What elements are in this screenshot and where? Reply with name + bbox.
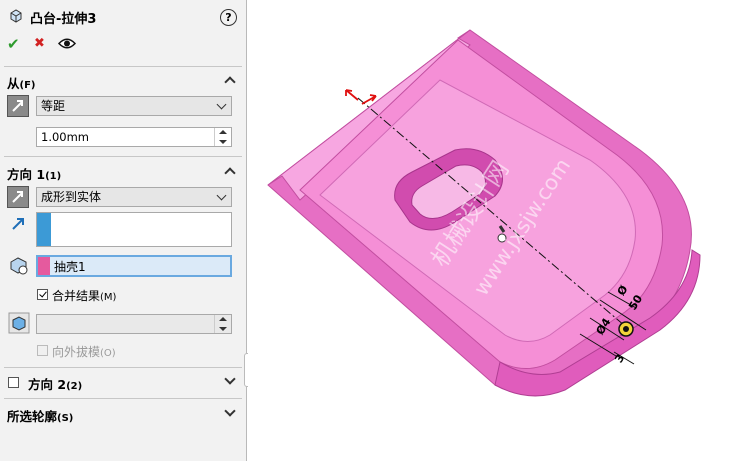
direction-vector-list[interactable]: [36, 212, 232, 247]
spinner-arrows-icon[interactable]: [214, 128, 231, 146]
selection-color-bar: [38, 257, 50, 275]
expand-chevron-icon[interactable]: [224, 405, 236, 417]
direction2-title: 方向 2: [28, 377, 67, 392]
selection-color-bar: [37, 213, 51, 246]
end-condition-select[interactable]: 成形到实体: [36, 187, 232, 207]
direction1-title: 方向 1: [7, 167, 46, 182]
end-condition-value: 成形到实体: [41, 190, 102, 204]
direction2-section-title[interactable]: 方向 2(2): [28, 374, 82, 393]
solid-body-icon: [10, 257, 28, 275]
start-condition-icon: [7, 95, 29, 117]
from-mode-value: 等距: [41, 99, 66, 113]
direction2-suffix: (2): [66, 381, 83, 392]
chevron-down-icon: [216, 99, 227, 110]
direction1-section-title[interactable]: 方向 1(1): [7, 164, 61, 183]
spinner-arrows-icon[interactable]: [214, 315, 231, 333]
property-manager: 凸台-拉伸3 ? ✔ ✖ 从(F) 等距 1.00mm 方向 1(1) 成形到实…: [0, 0, 247, 461]
draft-outward-label: 向外拔模(O): [52, 343, 116, 360]
divider: [4, 398, 242, 399]
from-mode-select[interactable]: 等距: [36, 96, 232, 116]
merge-result-checkbox[interactable]: [37, 289, 48, 300]
eye-icon[interactable]: [58, 37, 76, 50]
draft-icon[interactable]: [8, 312, 30, 334]
reverse-direction-button[interactable]: [7, 186, 29, 208]
direction2-checkbox[interactable]: [8, 377, 19, 388]
target-body-selection[interactable]: 抽壳1: [36, 255, 232, 277]
graphics-viewport[interactable]: Ø4 Ø 50 3 机械设计网 www.jxsjw.com: [248, 0, 733, 461]
feature-title: 凸台-拉伸3: [30, 12, 97, 27]
contours-title: 所选轮廓: [7, 409, 58, 424]
contours-section-title[interactable]: 所选轮廓(S): [7, 406, 73, 425]
collapse-chevron-icon[interactable]: [224, 76, 236, 88]
merge-result-text: 合并结果: [52, 289, 101, 303]
draft-angle-input[interactable]: [36, 314, 232, 334]
divider: [4, 367, 242, 368]
merge-result-label: 合并结果(M): [52, 287, 116, 304]
divider: [4, 66, 242, 67]
from-hotkey: (F): [19, 80, 36, 91]
direction1-suffix: (1): [45, 171, 62, 182]
from-section-title[interactable]: 从(F): [7, 73, 36, 92]
ok-button[interactable]: ✔: [7, 35, 20, 53]
expand-chevron-icon[interactable]: [224, 373, 236, 385]
chevron-down-icon: [216, 190, 227, 201]
help-button[interactable]: ?: [220, 9, 237, 26]
merge-result-hotkey: (M): [100, 292, 117, 303]
collapse-chevron-icon[interactable]: [224, 167, 236, 179]
cancel-button[interactable]: ✖: [34, 35, 45, 53]
divider: [4, 156, 242, 157]
offset-distance-value: 1.00mm: [41, 130, 90, 144]
from-title: 从: [7, 76, 20, 91]
draft-outward-text: 向外拔模: [52, 345, 101, 359]
contours-hotkey: (S): [57, 413, 74, 424]
boss-extrude-icon: [10, 9, 22, 23]
target-body-value: 抽壳1: [54, 260, 86, 274]
part-model[interactable]: [248, 0, 733, 461]
offset-distance-input[interactable]: 1.00mm: [36, 127, 232, 147]
direction-arrow-icon: [12, 218, 24, 230]
draft-outward-checkbox[interactable]: [37, 345, 48, 356]
draft-outward-hotkey: (O): [100, 348, 116, 359]
